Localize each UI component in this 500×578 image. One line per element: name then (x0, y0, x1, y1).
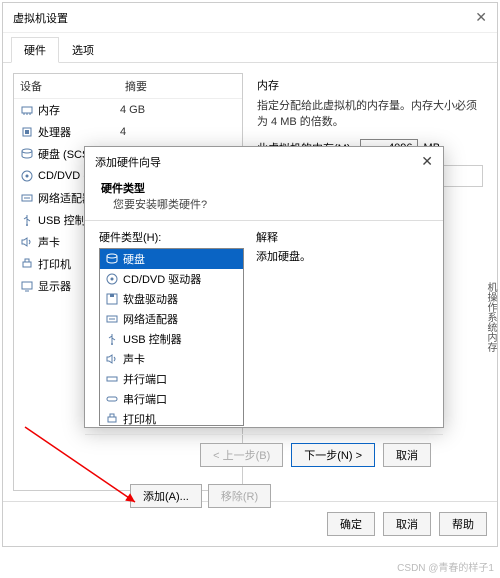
wizard-sub: 您要安装哪类硬件? (101, 196, 427, 212)
cd-icon (20, 170, 34, 182)
explain-text: 添加硬盘。 (256, 248, 311, 264)
add-hardware-wizard: 添加硬件向导 ✕ 硬件类型 您要安装哪类硬件? 硬件类型(H): 硬盘CD/DV… (84, 146, 444, 428)
floppy-icon (105, 293, 119, 305)
usb-icon (20, 214, 34, 226)
table-row[interactable]: 处理器4 (14, 121, 242, 143)
explain-label: 解释 (256, 229, 311, 245)
panel-heading: 内存 (257, 77, 483, 93)
cancel-button[interactable]: 取消 (383, 512, 431, 536)
list-item[interactable]: 打印机 (100, 409, 243, 426)
wizard-list-label: 硬件类型(H): (99, 229, 244, 245)
titlebar: 虚拟机设置 ✕ (3, 3, 497, 33)
remove-button[interactable]: 移除(R) (208, 484, 271, 508)
display-icon (20, 280, 34, 292)
table-row[interactable]: 内存4 GB (14, 99, 242, 121)
wizard-title: 添加硬件向导 (95, 154, 421, 170)
list-item[interactable]: 并行端口 (100, 369, 243, 389)
next-button[interactable]: 下一步(N) > (291, 443, 375, 467)
watermark: CSDN @青春的样子1 (397, 559, 494, 574)
col-summary: 摘要 (125, 78, 147, 94)
memory-icon (20, 104, 34, 116)
wizard-heading: 硬件类型 (101, 180, 427, 196)
hardware-type-list[interactable]: 硬盘CD/DVD 驱动器软盘驱动器网络适配器USB 控制器声卡并行端口串行端口打… (99, 248, 244, 426)
printer-icon (105, 413, 119, 425)
cd-icon (105, 273, 119, 285)
back-button[interactable]: < 上一步(B) (200, 443, 283, 467)
nic-icon (20, 192, 34, 204)
ok-button[interactable]: 确定 (327, 512, 375, 536)
usb-icon (105, 333, 119, 345)
parallel-icon (105, 373, 119, 385)
add-button[interactable]: 添加(A)... (130, 484, 202, 508)
col-device: 设备 (20, 78, 125, 94)
printer-icon (20, 258, 34, 270)
list-item[interactable]: 串行端口 (100, 389, 243, 409)
list-item[interactable]: 软盘驱动器 (100, 289, 243, 309)
list-item[interactable]: CD/DVD 驱动器 (100, 269, 243, 289)
list-item[interactable]: 声卡 (100, 349, 243, 369)
disk-icon (105, 253, 119, 265)
close-icon[interactable]: ✕ (475, 9, 487, 26)
help-button[interactable]: 帮助 (439, 512, 487, 536)
wizard-close-icon[interactable]: ✕ (421, 153, 433, 170)
wizard-cancel-button[interactable]: 取消 (383, 443, 431, 467)
list-item[interactable]: 硬盘 (100, 249, 243, 269)
sound-icon (105, 353, 119, 365)
sound-icon (20, 236, 34, 248)
side-note: 机操作系统内存 (483, 282, 498, 352)
tab-hardware[interactable]: 硬件 (11, 37, 59, 63)
list-item[interactable]: 网络适配器 (100, 309, 243, 329)
disk-icon (20, 148, 34, 160)
window-title: 虚拟机设置 (13, 10, 475, 26)
tab-options[interactable]: 选项 (59, 37, 107, 62)
tabs: 硬件 选项 (3, 33, 497, 63)
list-item[interactable]: USB 控制器 (100, 329, 243, 349)
nic-icon (105, 313, 119, 325)
serial-icon (105, 393, 119, 405)
cpu-icon (20, 126, 34, 138)
panel-desc: 指定分配给此虚拟机的内存量。内存大小必须为 4 MB 的倍数。 (257, 97, 483, 129)
